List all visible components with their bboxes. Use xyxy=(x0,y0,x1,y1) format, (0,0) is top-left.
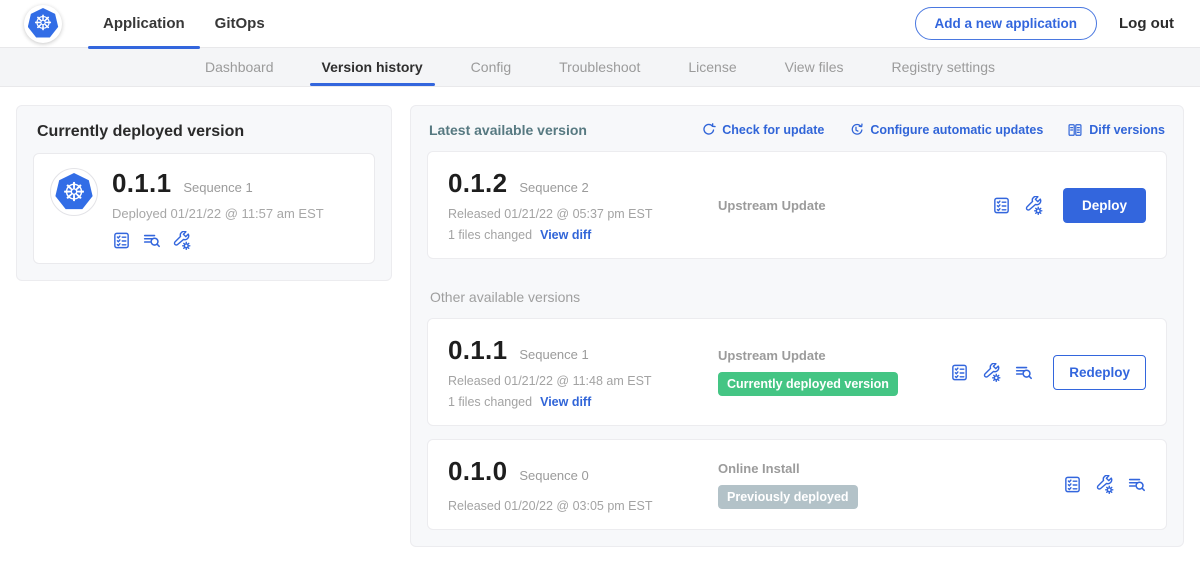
version-number: 0.1.2 xyxy=(448,168,507,199)
diff-versions-icon xyxy=(1067,122,1083,138)
tab-config-label: Config xyxy=(471,59,511,75)
version-source: Upstream Update xyxy=(700,198,992,213)
version-card-0-1-1: 0.1.1 Sequence 1 Released 01/21/22 @ 11:… xyxy=(427,318,1167,426)
available-actions: Check for update Configure automatic upd… xyxy=(700,122,1165,138)
available-header: Latest available version Check for updat… xyxy=(427,120,1167,138)
deployed-sequence: Sequence 1 xyxy=(183,180,252,195)
tab-dashboard-label: Dashboard xyxy=(205,59,274,75)
version-card-0-1-2: 0.1.2 Sequence 2 Released 01/21/22 @ 05:… xyxy=(427,151,1167,259)
refresh-icon xyxy=(700,122,716,138)
files-changed: 1 files changed xyxy=(448,395,532,409)
main-content: Currently deployed version ☸ 0.1.1 Seque… xyxy=(0,87,1200,564)
tab-troubleshoot[interactable]: Troubleshoot xyxy=(535,48,664,86)
other-versions-title: Other available versions xyxy=(430,289,1167,305)
source-label: Online Install xyxy=(718,461,1063,476)
tab-license-label: License xyxy=(688,59,736,75)
version-card-0-1-0: 0.1.0 Sequence 0 Released 01/20/22 @ 03:… xyxy=(427,439,1167,530)
files-changed: 1 files changed xyxy=(448,228,532,242)
logout-button[interactable]: Log out xyxy=(1119,15,1174,32)
check-for-update-link[interactable]: Check for update xyxy=(700,122,824,138)
app-logo: ☸ xyxy=(50,168,98,216)
previously-deployed-badge: Previously deployed xyxy=(718,485,858,509)
available-versions-panel: Latest available version Check for updat… xyxy=(410,105,1184,547)
config-wrench-icon[interactable] xyxy=(1024,196,1043,215)
tab-application[interactable]: Application xyxy=(88,0,200,47)
version-actions xyxy=(1063,475,1146,494)
tab-license[interactable]: License xyxy=(664,48,760,86)
version-info: 0.1.2 Sequence 2 Released 01/21/22 @ 05:… xyxy=(448,168,700,242)
preflight-checklist-icon[interactable] xyxy=(1063,475,1082,494)
config-wrench-icon[interactable] xyxy=(1095,475,1114,494)
configure-automatic-updates-link[interactable]: Configure automatic updates xyxy=(848,122,1043,138)
tab-version-history[interactable]: Version history xyxy=(298,48,447,86)
version-actions: Deploy xyxy=(992,188,1146,223)
kubernetes-logo: ☸ xyxy=(24,5,62,43)
add-application-button[interactable]: Add a new application xyxy=(915,7,1098,40)
currently-deployed-badge: Currently deployed version xyxy=(718,372,898,396)
version-number: 0.1.1 xyxy=(448,335,507,366)
currently-deployed-panel: Currently deployed version ☸ 0.1.1 Seque… xyxy=(16,105,392,281)
redeploy-button[interactable]: Redeploy xyxy=(1053,355,1146,390)
released-timestamp: Released 01/20/22 @ 03:05 pm EST xyxy=(448,499,700,513)
view-diff-link[interactable]: View diff xyxy=(540,395,591,409)
tab-gitops-label: GitOps xyxy=(215,15,265,32)
currently-deployed-title: Currently deployed version xyxy=(37,123,375,141)
tab-troubleshoot-label: Troubleshoot xyxy=(559,59,640,75)
version-sequence: Sequence 2 xyxy=(519,180,588,195)
version-source: Online Install Previously deployed xyxy=(700,461,1063,509)
app-subnav: Dashboard Version history Config Trouble… xyxy=(0,48,1200,87)
header-right: Add a new application Log out xyxy=(915,7,1175,40)
released-timestamp: Released 01/21/22 @ 05:37 pm EST xyxy=(448,207,700,221)
deployed-version-number: 0.1.1 xyxy=(112,168,171,199)
released-timestamp: Released 01/21/22 @ 11:48 am EST xyxy=(448,374,700,388)
source-label: Upstream Update xyxy=(718,198,992,213)
currently-deployed-card: ☸ 0.1.1 Sequence 1 Deployed 01/21/22 @ 1… xyxy=(33,153,375,264)
header-tabs: Application GitOps xyxy=(88,0,280,47)
preflight-checklist-icon[interactable] xyxy=(950,363,969,382)
view-logs-icon[interactable] xyxy=(1014,363,1033,382)
tab-config[interactable]: Config xyxy=(447,48,535,86)
kubernetes-logo-icon: ☸ xyxy=(28,8,59,39)
version-sequence: Sequence 1 xyxy=(519,347,588,362)
view-logs-icon[interactable] xyxy=(1127,475,1146,494)
config-wrench-icon[interactable] xyxy=(172,231,191,250)
deploy-button[interactable]: Deploy xyxy=(1063,188,1146,223)
tab-application-label: Application xyxy=(103,15,185,32)
version-info: 0.1.1 Sequence 1 Released 01/21/22 @ 11:… xyxy=(448,335,700,409)
deployed-action-icons xyxy=(112,231,324,250)
tab-registry-settings[interactable]: Registry settings xyxy=(868,48,1019,86)
version-info: 0.1.0 Sequence 0 Released 01/20/22 @ 03:… xyxy=(448,456,700,513)
version-number: 0.1.0 xyxy=(448,456,507,487)
tab-view-files[interactable]: View files xyxy=(761,48,868,86)
view-diff-link[interactable]: View diff xyxy=(540,228,591,242)
app-header: ☸ Application GitOps Add a new applicati… xyxy=(0,0,1200,48)
preflight-checklist-icon[interactable] xyxy=(992,196,1011,215)
diff-versions-link[interactable]: Diff versions xyxy=(1067,122,1165,138)
deployed-info: 0.1.1 Sequence 1 Deployed 01/21/22 @ 11:… xyxy=(112,168,324,250)
configure-automatic-updates-label: Configure automatic updates xyxy=(870,123,1043,137)
diff-versions-label: Diff versions xyxy=(1089,123,1165,137)
preflight-checklist-icon[interactable] xyxy=(112,231,131,250)
tab-dashboard[interactable]: Dashboard xyxy=(181,48,298,86)
tab-view-files-label: View files xyxy=(785,59,844,75)
schedule-update-icon xyxy=(848,122,864,138)
source-label: Upstream Update xyxy=(718,348,950,363)
tab-version-history-label: Version history xyxy=(322,59,423,75)
version-sequence: Sequence 0 xyxy=(519,468,588,483)
version-actions: Redeploy xyxy=(950,355,1146,390)
version-source: Upstream Update Currently deployed versi… xyxy=(700,348,950,396)
kubernetes-app-icon: ☸ xyxy=(55,173,93,211)
latest-available-title: Latest available version xyxy=(429,122,587,138)
config-wrench-icon[interactable] xyxy=(982,363,1001,382)
view-logs-icon[interactable] xyxy=(142,231,161,250)
tab-gitops[interactable]: GitOps xyxy=(200,0,280,47)
tab-registry-settings-label: Registry settings xyxy=(892,59,995,75)
check-for-update-label: Check for update xyxy=(722,123,824,137)
deployed-timestamp: Deployed 01/21/22 @ 11:57 am EST xyxy=(112,206,324,221)
